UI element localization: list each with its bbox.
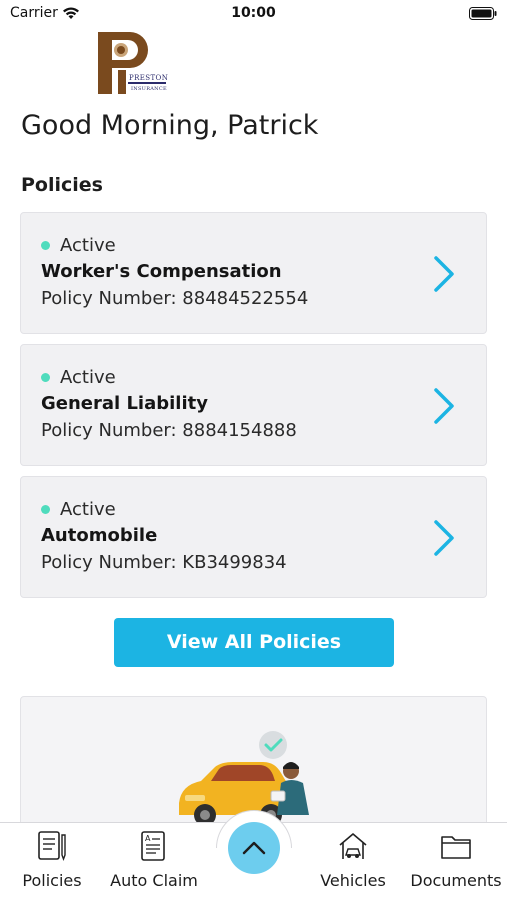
- clock: 10:00: [231, 5, 276, 21]
- folder-icon: [441, 836, 471, 859]
- policy-number-value: 8884154888: [182, 420, 297, 441]
- policy-status-label: Active: [60, 499, 116, 520]
- policy-number-label: Policy Number:: [41, 288, 177, 309]
- nav-item-documents[interactable]: Documents: [408, 829, 504, 895]
- logo-text-insurance: INSURANCE: [131, 86, 167, 92]
- policy-card-workers-compensation[interactable]: Active Worker's Compensation Policy Numb…: [20, 212, 487, 334]
- policy-number: Policy Number: KB3499834: [41, 552, 287, 573]
- policy-card-general-liability[interactable]: Active General Liability Policy Number: …: [20, 344, 487, 466]
- nav-label: Auto Claim: [110, 871, 198, 890]
- nav-item-vehicles[interactable]: Vehicles: [318, 829, 388, 895]
- policy-number: Policy Number: 8884154888: [41, 420, 297, 441]
- policy-name: General Liability: [41, 393, 208, 414]
- nav-item-policies[interactable]: Policies: [18, 829, 86, 895]
- chevron-right-icon[interactable]: [432, 255, 456, 293]
- policies-section-title: Policies: [21, 174, 103, 196]
- nav-item-auto-claim[interactable]: A Auto Claim: [108, 829, 200, 895]
- view-all-policies-button[interactable]: View All Policies: [114, 618, 394, 667]
- policy-number-label: Policy Number:: [41, 420, 177, 441]
- policy-number-label: Policy Number:: [41, 552, 177, 573]
- policy-card-automobile[interactable]: Active Automobile Policy Number: KB34998…: [20, 476, 487, 598]
- status-bar: Carrier 10:00: [0, 0, 507, 28]
- policy-status: Active: [41, 499, 116, 520]
- policy-name: Worker's Compensation: [41, 261, 282, 282]
- active-status-dot-icon: [41, 373, 50, 382]
- battery-icon: [469, 7, 497, 20]
- document-pen-icon: [38, 831, 66, 861]
- policy-number-value: 88484522554: [182, 288, 309, 309]
- active-status-dot-icon: [41, 505, 50, 514]
- nav-label: Documents: [410, 871, 502, 890]
- chevron-right-icon[interactable]: [432, 519, 456, 557]
- chevron-right-icon[interactable]: [432, 387, 456, 425]
- nav-label: Vehicles: [320, 871, 386, 890]
- policy-status: Active: [41, 367, 116, 388]
- logo-text-preston: PRESTON: [129, 74, 168, 82]
- car-house-icon: [339, 833, 367, 859]
- policy-status: Active: [41, 235, 116, 256]
- preston-insurance-logo: PRESTON INSURANCE: [96, 30, 168, 96]
- chevron-up-icon: [242, 841, 266, 855]
- policy-number-value: KB3499834: [182, 552, 287, 573]
- claim-form-icon: A: [141, 831, 165, 861]
- policy-status-label: Active: [60, 367, 116, 388]
- expand-menu-button[interactable]: [228, 822, 280, 874]
- policy-name: Automobile: [41, 525, 158, 546]
- policy-status-label: Active: [60, 235, 116, 256]
- svg-text:A: A: [145, 834, 151, 843]
- nav-label: Policies: [22, 871, 82, 890]
- active-status-dot-icon: [41, 241, 50, 250]
- greeting-title: Good Morning, Patrick: [21, 110, 319, 141]
- policy-number: Policy Number: 88484522554: [41, 288, 308, 309]
